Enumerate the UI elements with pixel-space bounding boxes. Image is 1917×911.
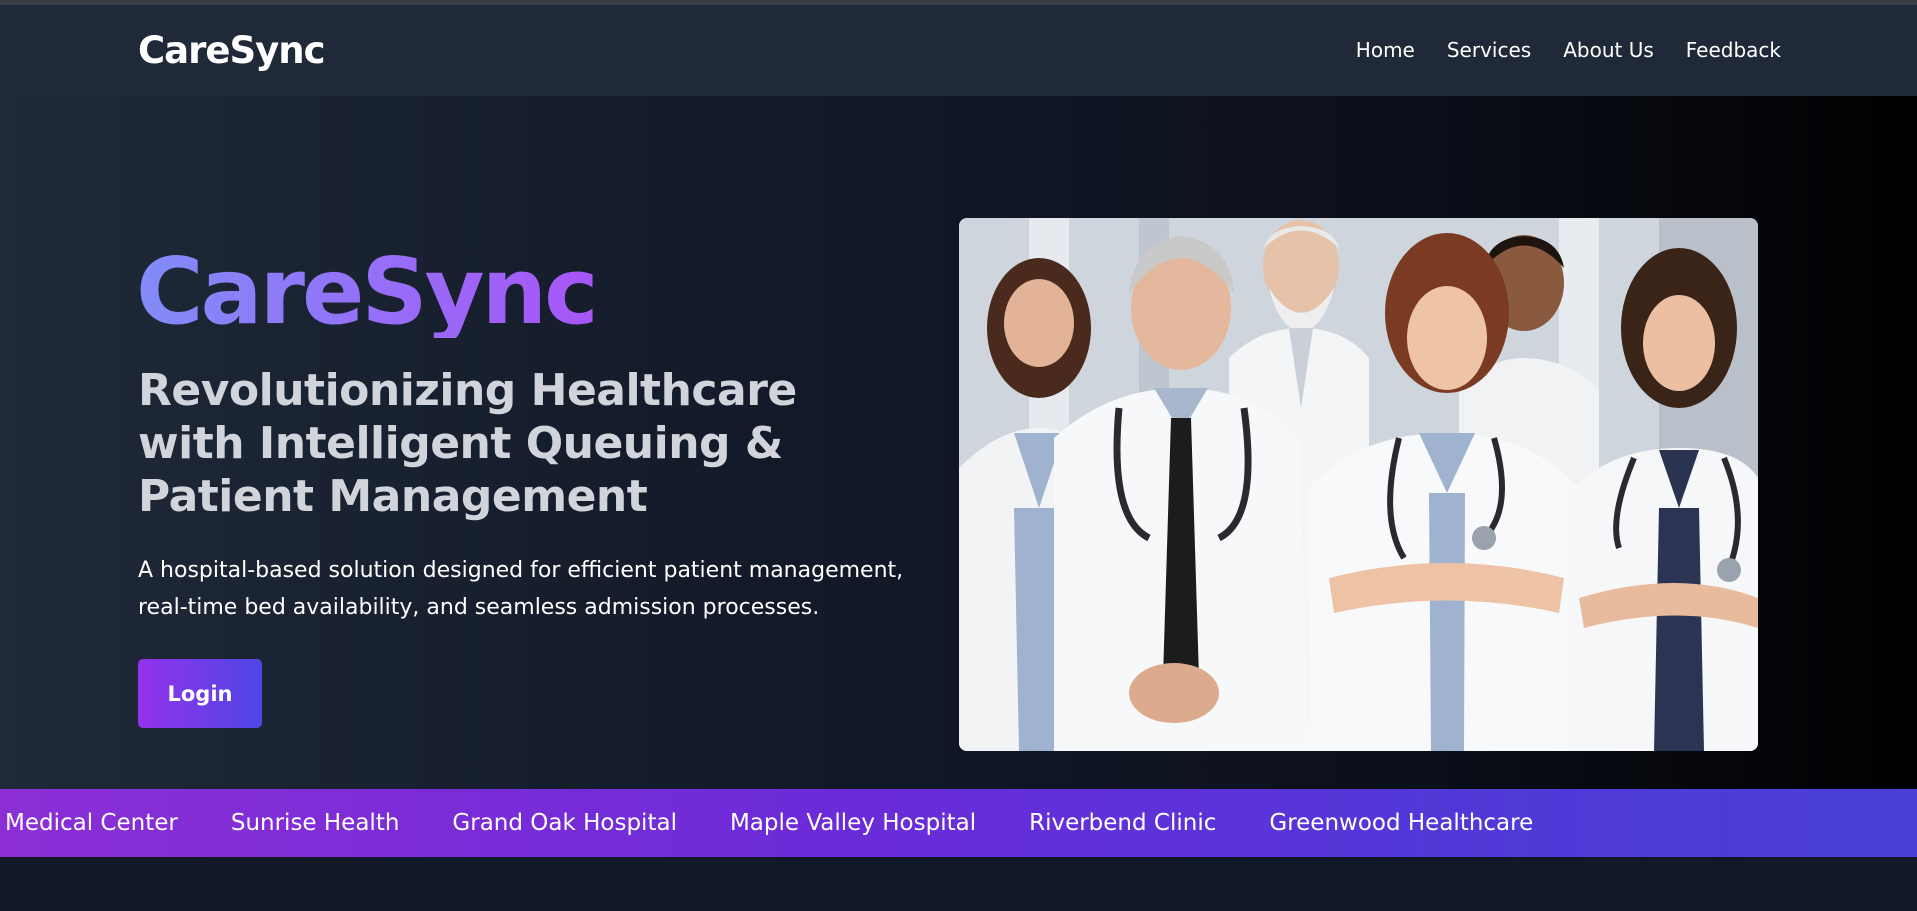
brand-logo[interactable]: CareSync — [138, 29, 326, 72]
page-bottom — [0, 857, 1917, 911]
navbar: CareSync Home Services About Us Feedback — [0, 5, 1917, 96]
partner-item: Riverbend Clinic — [1029, 810, 1217, 836]
partner-item: Maple Valley Hospital — [729, 810, 977, 836]
nav-link-home[interactable]: Home — [1356, 38, 1415, 62]
partner-item: Sunrise Health — [230, 810, 400, 836]
hero-title: CareSync — [136, 238, 599, 345]
nav-link-feedback[interactable]: Feedback — [1686, 38, 1781, 62]
nav-links: Home Services About Us Feedback — [1356, 38, 1781, 62]
login-button[interactable]: Login — [138, 659, 262, 728]
doctors-team-photo — [959, 218, 1758, 751]
hero-description: A hospital-based solution designed for e… — [138, 558, 904, 620]
doctors-team-illustration — [959, 218, 1758, 751]
partner-hospitals-marquee: Medical Center Sunrise Health Grand Oak … — [0, 789, 1917, 857]
partner-item: Grand Oak Hospital — [452, 810, 677, 836]
hero-subtitle: Revolutionizing Healthcare with Intellig… — [138, 365, 797, 522]
nav-link-about-us[interactable]: About Us — [1563, 38, 1654, 62]
partner-item: Greenwood Healthcare — [1269, 810, 1534, 836]
nav-link-services[interactable]: Services — [1447, 38, 1531, 62]
partner-item: Medical Center — [5, 810, 178, 836]
hero-section: CareSync Revolutionizing Healthcare with… — [0, 96, 1917, 789]
partner-list: Medical Center Sunrise Health Grand Oak … — [5, 789, 1533, 857]
